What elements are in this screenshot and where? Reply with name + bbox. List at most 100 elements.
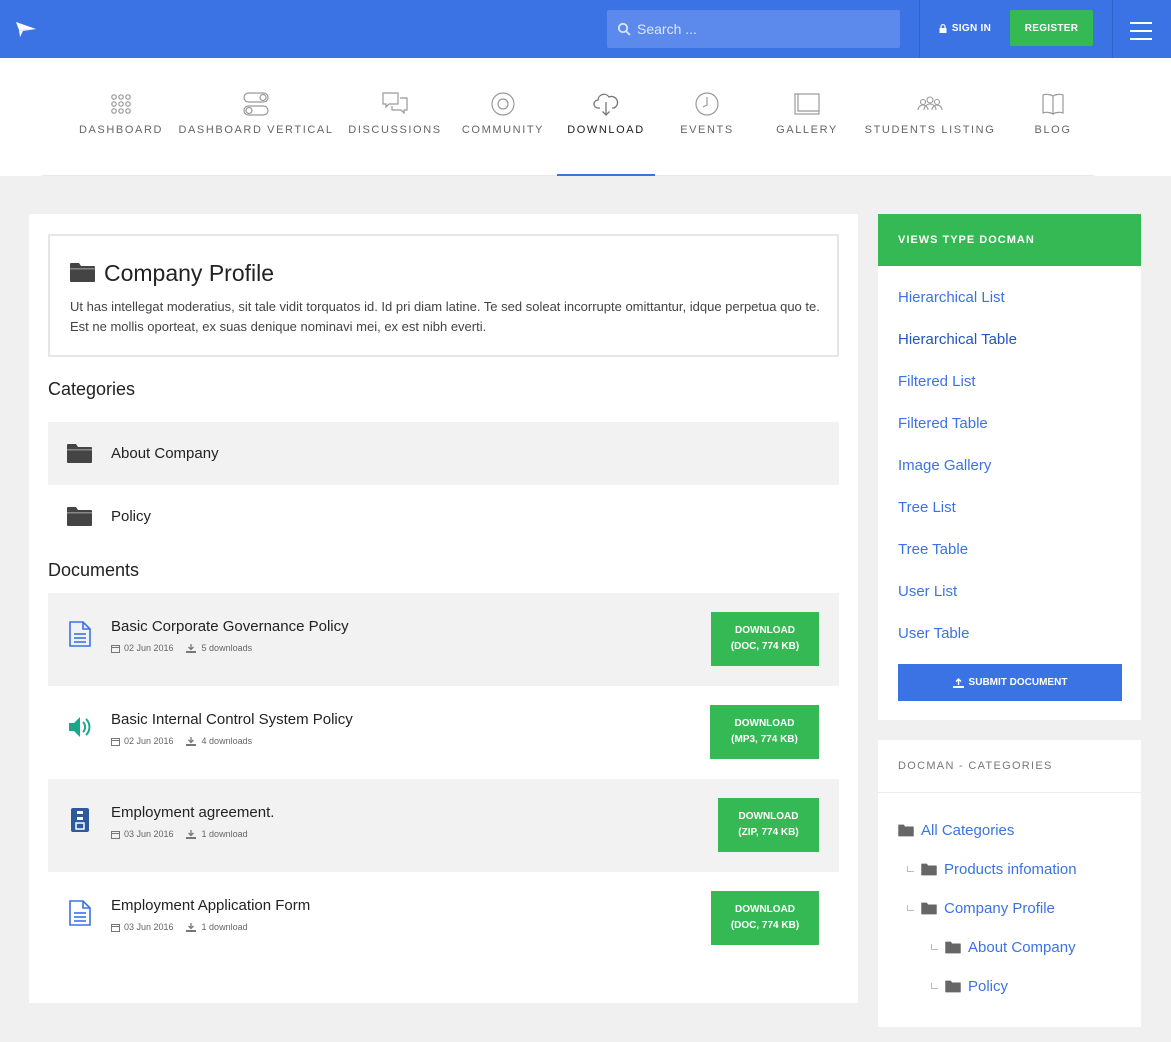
category-label[interactable]: Policy xyxy=(111,508,151,525)
tree-item-policy[interactable]: Policy xyxy=(945,978,1008,995)
document-icon xyxy=(69,900,91,926)
nav-item-gallery[interactable]: GALLERY xyxy=(770,58,844,176)
folder-icon xyxy=(67,444,92,463)
category-label[interactable]: About Company xyxy=(111,445,219,462)
cloud-download-icon xyxy=(593,93,619,116)
tree-item-all-categories[interactable]: All Categories xyxy=(898,822,1014,839)
view-link-filtered-table[interactable]: Filtered Table xyxy=(898,415,988,432)
nav-item-blog[interactable]: BLOG xyxy=(1022,58,1084,176)
download-button-format: (ZIP, 774 KB) xyxy=(738,827,799,838)
submit-document-label: SUBMIT DOCUMENT xyxy=(968,677,1068,688)
download-button[interactable]: DOWNLOAD (DOC, 774 KB) xyxy=(711,612,819,666)
download-button-format: (MP3, 774 KB) xyxy=(731,734,798,745)
view-link-image-gallery[interactable]: Image Gallery xyxy=(898,457,991,474)
tree-item-label[interactable]: Products infomation xyxy=(944,861,1077,878)
document-date: 03 Jun 2016 xyxy=(124,829,174,839)
nav-label: DASHBOARD xyxy=(78,124,164,136)
tree-branch xyxy=(907,866,914,872)
documents-heading: Documents xyxy=(48,560,140,580)
clock-icon xyxy=(695,92,719,116)
document-row: Basic Internal Control System Policy 02 … xyxy=(48,686,839,779)
calendar-icon xyxy=(111,644,120,653)
nav-label: BLOG xyxy=(1034,124,1072,136)
tree-item-label[interactable]: Company Profile xyxy=(944,900,1055,917)
main-nav: DASHBOARD DASHBOARD VERTICAL DISCUSSIONS… xyxy=(0,58,1171,176)
download-icon xyxy=(185,829,196,839)
hamburger-menu-icon[interactable] xyxy=(1130,22,1152,40)
category-row[interactable]: About Company xyxy=(48,422,839,485)
category-profile-card: Company Profile Ut has intellegat modera… xyxy=(48,234,839,357)
calendar-icon xyxy=(111,737,120,746)
view-link-user-table[interactable]: User Table xyxy=(898,625,969,642)
download-button[interactable]: DOWNLOAD (MP3, 774 KB) xyxy=(710,705,819,759)
upload-icon xyxy=(952,677,964,688)
folder-icon xyxy=(921,902,937,915)
nav-item-download[interactable]: DOWNLOAD xyxy=(566,58,646,176)
tree-branch xyxy=(931,983,938,989)
folder-icon xyxy=(945,941,961,954)
download-button-format: (DOC, 774 KB) xyxy=(730,920,800,931)
folder-icon xyxy=(898,824,914,837)
search-box[interactable] xyxy=(607,10,900,48)
nav-item-students-listing[interactable]: STUDENTS LISTING xyxy=(865,58,994,176)
download-count: 4 downloads xyxy=(201,736,253,746)
folder-icon xyxy=(945,980,961,993)
nav-label: STUDENTS LISTING xyxy=(864,124,996,136)
calendar-icon xyxy=(111,830,120,839)
signin-label: SIGN IN xyxy=(951,22,992,34)
document-date: 02 Jun 2016 xyxy=(124,643,174,653)
tree-item-label[interactable]: About Company xyxy=(968,939,1076,956)
download-icon xyxy=(185,643,196,653)
lock-icon xyxy=(939,23,947,33)
view-link-filtered-list[interactable]: Filtered List xyxy=(898,373,976,390)
signin-button[interactable]: SIGN IN xyxy=(930,10,1000,46)
download-button-label: DOWNLOAD xyxy=(735,625,795,636)
folder-icon xyxy=(70,263,95,282)
logo-icon[interactable] xyxy=(15,20,37,38)
document-title[interactable]: Employment Application Form xyxy=(111,897,310,914)
nav-item-dashboard-vertical[interactable]: DASHBOARD VERTICAL xyxy=(178,58,332,176)
document-meta: 03 Jun 2016 1 download xyxy=(111,829,248,839)
categories-heading: Categories xyxy=(48,379,136,399)
archive-icon xyxy=(71,808,89,832)
docman-categories-heading: DOCMAN - CATEGORIES xyxy=(898,760,1053,772)
tree-item-about-company[interactable]: About Company xyxy=(945,939,1076,956)
download-button-label: DOWNLOAD xyxy=(734,718,795,729)
tree-item-company-profile[interactable]: Company Profile xyxy=(921,900,1055,917)
view-link-tree-list[interactable]: Tree List xyxy=(898,499,956,516)
view-link-hierarchical-table[interactable]: Hierarchical Table xyxy=(898,331,1017,348)
search-input[interactable] xyxy=(637,10,892,48)
divider xyxy=(878,792,1141,793)
nav-label: DOWNLOAD xyxy=(567,124,645,136)
nav-item-events[interactable]: EVENTS xyxy=(672,58,742,176)
tree-item-label[interactable]: All Categories xyxy=(921,822,1014,839)
document-title[interactable]: Employment agreement. xyxy=(111,804,274,821)
register-label: REGISTER xyxy=(1024,22,1079,34)
divider xyxy=(919,0,920,58)
book-icon xyxy=(1042,93,1064,116)
download-button-format: (DOC, 774 KB) xyxy=(730,641,800,652)
nav-item-discussions[interactable]: DISCUSSIONS xyxy=(348,58,440,176)
main-panel: Company Profile Ut has intellegat modera… xyxy=(29,214,858,1003)
nav-label: COMMUNITY xyxy=(461,124,545,136)
nav-item-community[interactable]: COMMUNITY xyxy=(460,58,546,176)
download-icon xyxy=(185,736,196,746)
tree-item-products-infomation[interactable]: Products infomation xyxy=(921,861,1077,878)
document-row: Employment agreement. 03 Jun 2016 1 down… xyxy=(48,779,839,872)
view-link-user-list[interactable]: User List xyxy=(898,583,957,600)
download-button[interactable]: DOWNLOAD (DOC, 774 KB) xyxy=(711,891,819,945)
gallery-icon xyxy=(794,93,820,115)
register-button[interactable]: REGISTER xyxy=(1010,10,1093,46)
document-title[interactable]: Basic Internal Control System Policy xyxy=(111,711,353,728)
submit-document-button[interactable]: SUBMIT DOCUMENT xyxy=(898,664,1122,701)
document-title[interactable]: Basic Corporate Governance Policy xyxy=(111,618,349,635)
view-link-tree-table[interactable]: Tree Table xyxy=(898,541,968,558)
nav-item-dashboard[interactable]: DASHBOARD xyxy=(78,58,164,176)
category-row[interactable]: Policy xyxy=(48,485,839,548)
document-meta: 03 Jun 2016 1 download xyxy=(111,922,248,932)
tree-item-label[interactable]: Policy xyxy=(968,978,1008,995)
document-icon xyxy=(69,621,91,647)
view-link-hierarchical-list[interactable]: Hierarchical List xyxy=(898,289,1005,306)
tree-branch xyxy=(907,905,914,911)
download-button[interactable]: DOWNLOAD (ZIP, 774 KB) xyxy=(718,798,819,852)
